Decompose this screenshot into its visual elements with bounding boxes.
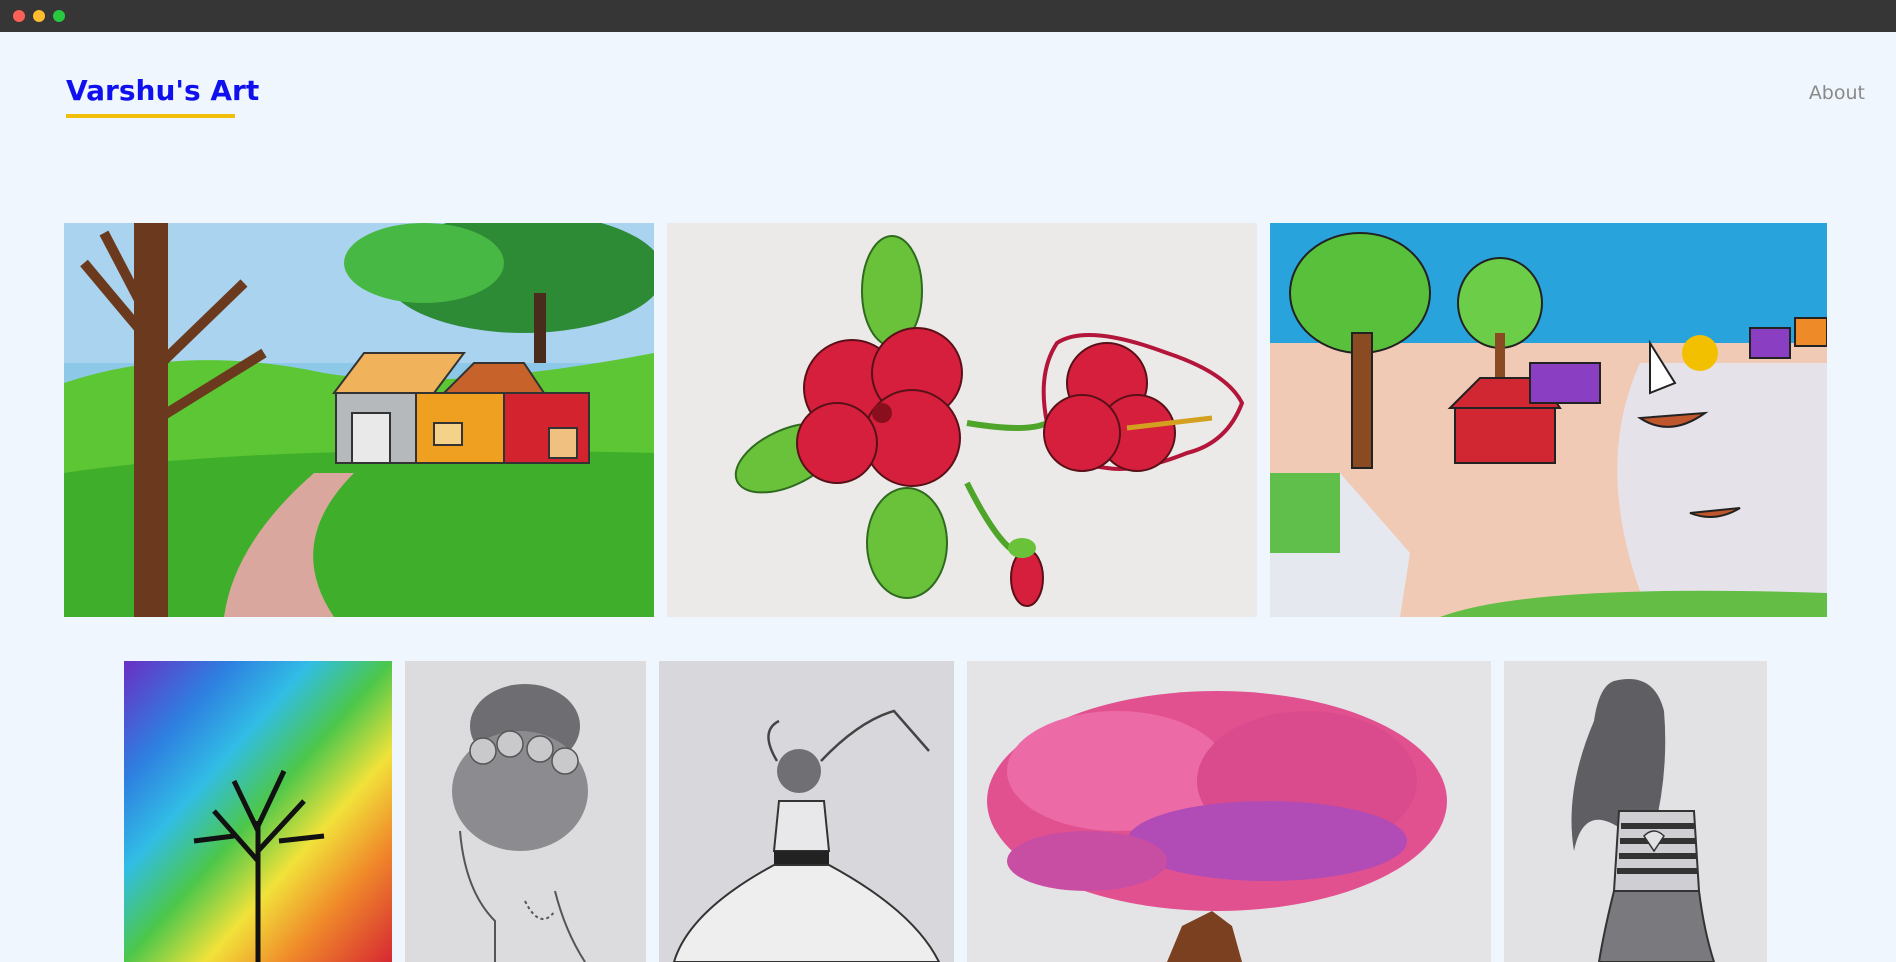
artwork-girl-bun-sketch[interactable] <box>405 661 646 962</box>
nav-about-link[interactable]: About <box>1809 82 1865 104</box>
artwork-pink-blossom-tree[interactable] <box>967 661 1491 962</box>
artwork-red-hibiscus[interactable] <box>667 223 1257 617</box>
artwork-river-village[interactable] <box>1270 223 1827 617</box>
artwork-dancer-dress-sketch[interactable] <box>659 661 954 962</box>
artwork-rainbow-tree[interactable] <box>124 661 392 962</box>
maximize-window-button[interactable] <box>53 10 65 22</box>
close-window-button[interactable] <box>13 10 25 22</box>
site-title-link[interactable]: Varshu's Art <box>66 74 259 107</box>
title-underline <box>66 114 235 118</box>
window-titlebar <box>0 0 1896 32</box>
artwork-village-house[interactable] <box>64 223 654 617</box>
minimize-window-button[interactable] <box>33 10 45 22</box>
artwork-long-hair-girl-sketch[interactable] <box>1504 661 1767 962</box>
page: Varshu's Art About <box>0 32 1896 962</box>
